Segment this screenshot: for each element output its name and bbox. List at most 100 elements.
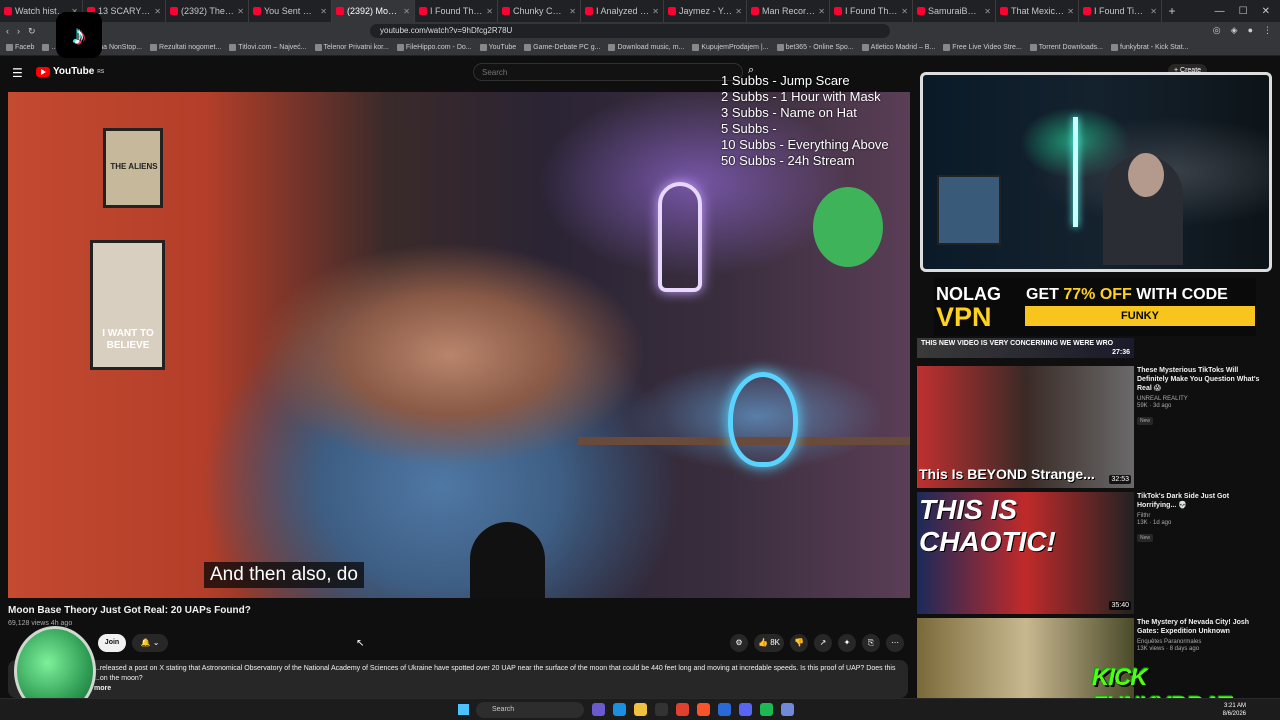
bookmark-item[interactable]: bet365 - Online Spo...	[776, 44, 854, 51]
save-button[interactable]: ⎘	[861, 634, 880, 652]
close-tab-icon[interactable]: ✕	[154, 7, 161, 16]
maximize-icon[interactable]: ☐	[1239, 6, 1248, 17]
browser-tab[interactable]: (2392) Moon B✕	[332, 0, 415, 22]
notification-bell-button[interactable]: 🔔 ⌄	[132, 634, 168, 652]
recommended-video-thumbnail[interactable]: THIS IS CHAOTIC! 35:40	[917, 492, 1137, 614]
video-actions: ⚙ 👍 8K 👎 ↗ ✦ ⎘ ⋯	[730, 634, 904, 652]
bookmark-item[interactable]: Atletico Madrid – B...	[861, 44, 935, 51]
bookmark-item[interactable]: Download music, m...	[608, 44, 684, 51]
browser-tab[interactable]: (2392) These Mystero✕	[166, 0, 249, 22]
close-tab-icon[interactable]: ✕	[818, 7, 825, 16]
url-field[interactable]: youtube.com/watch?v=9hDfcg2R78U	[370, 24, 890, 38]
youtube-logo[interactable]: YouTube RS	[36, 66, 104, 77]
browser-tab[interactable]: I Analyzed 31 Officia✕	[581, 0, 664, 22]
windows-start-icon[interactable]	[458, 704, 469, 715]
forward-icon[interactable]: ›	[17, 26, 20, 36]
description-box[interactable]: ...released a post on X stating that Ast…	[8, 660, 908, 698]
tab-label: Man Records "Alien S	[762, 6, 816, 16]
bookmark-favicon-icon	[314, 44, 322, 51]
more-actions-icon[interactable]: ⋯	[885, 634, 904, 652]
bookmark-label: Download music, m...	[617, 44, 685, 51]
bookmark-item[interactable]: Free Live Video Stre...	[943, 44, 1022, 51]
tab-label: (2392) These Mystero	[181, 6, 235, 16]
gear-icon[interactable]: ⚙	[730, 634, 748, 652]
bookmark-favicon-icon	[943, 44, 951, 51]
close-tab-icon[interactable]: ✕	[652, 7, 659, 16]
tab-label: I Analyzed 31 Officia	[596, 6, 650, 16]
recommended-video-thumbnail[interactable]: This Is BEYOND Strange... 32:53	[917, 366, 1137, 488]
bookmark-item[interactable]: Telenor Privatni kor...	[314, 44, 389, 51]
more-link[interactable]: more	[94, 685, 111, 692]
bookmark-item[interactable]: Rezultati nogomet...	[150, 44, 221, 51]
extension-icon[interactable]: ◈	[1231, 25, 1238, 36]
bookmark-item[interactable]: FileHippo.com - Do...	[396, 44, 472, 51]
bookmark-favicon-icon	[608, 44, 616, 51]
search-input[interactable]	[473, 63, 743, 81]
bookmark-label: Free Live Video Stre...	[952, 44, 1022, 51]
discord-icon[interactable]	[739, 703, 752, 716]
sub-goal-line: 50 Subbs - 24h Stream	[721, 153, 855, 168]
bookmark-item[interactable]: funkybrat - Kick Stat...	[1111, 44, 1188, 51]
tiktok-logo: ♪	[56, 12, 102, 58]
app-icon[interactable]	[718, 703, 731, 716]
file-explorer-icon[interactable]	[634, 703, 647, 716]
bookmark-item[interactable]: Faceb	[6, 44, 34, 51]
store-icon[interactable]	[655, 703, 668, 716]
bookmark-item[interactable]: YouTube	[479, 44, 516, 51]
ask-icon[interactable]: ✦	[837, 634, 856, 652]
recommended-video-title: These Mysterious TikToks Will Definitely…	[1137, 367, 1260, 392]
browser-tab[interactable]: Chunky Cholo Auditi✕	[498, 0, 581, 22]
share-button[interactable]: ↗	[813, 634, 832, 652]
browser-tab[interactable]: Jaymez - YouTube✕	[664, 0, 747, 22]
close-tab-icon[interactable]: ✕	[569, 7, 576, 16]
browser-tab[interactable]: You Sent Me Your UF✕	[249, 0, 332, 22]
recommended-video-meta[interactable]: TikTok's Dark Side Just Got Horrifying..…	[1137, 492, 1267, 544]
close-tab-icon[interactable]: ✕	[1067, 7, 1074, 16]
dislike-button[interactable]: 👎	[789, 634, 808, 652]
close-tab-icon[interactable]: ✕	[237, 7, 244, 16]
close-tab-icon[interactable]: ✕	[486, 7, 493, 16]
browser-tab[interactable]: Man Records "Alien S✕	[747, 0, 830, 22]
app-icon[interactable]	[781, 703, 794, 716]
close-tab-icon[interactable]: ✕	[403, 7, 410, 16]
extension-icon[interactable]: ◎	[1213, 25, 1221, 36]
hamburger-menu-icon[interactable]: ☰	[12, 66, 23, 80]
more-menu-icon[interactable]: ⋮	[1263, 25, 1272, 36]
browser-tab[interactable]: That Mexican OT - Jus✕	[996, 0, 1079, 22]
close-tab-icon[interactable]: ✕	[984, 7, 991, 16]
bookmark-item[interactable]: KupujemProdajem |...	[692, 44, 769, 51]
poster-text: I WANT TO BELIEVE	[102, 328, 154, 351]
new-tab-button[interactable]: +	[1162, 4, 1182, 18]
reload-icon[interactable]: ↻	[28, 26, 36, 37]
close-tab-icon[interactable]: ✕	[735, 7, 742, 16]
close-tab-icon[interactable]: ✕	[1150, 7, 1157, 16]
close-tab-icon[interactable]: ✕	[320, 7, 327, 16]
sub-goal-line: 10 Subbs - Everything Above	[721, 137, 889, 152]
copilot-icon[interactable]	[592, 703, 605, 716]
back-icon[interactable]: ‹	[6, 26, 9, 36]
channel-name: Filthr	[1137, 513, 1151, 519]
bookmark-item[interactable]: Titlovi.com – Najveć...	[229, 44, 307, 51]
spotify-icon[interactable]	[760, 703, 773, 716]
minimize-icon[interactable]: —	[1215, 6, 1225, 17]
edge-icon[interactable]	[613, 703, 626, 716]
bookmark-item[interactable]: Game-Debate PC g...	[524, 44, 600, 51]
bookmark-favicon-icon	[150, 44, 158, 51]
chrome-icon[interactable]	[676, 703, 689, 716]
like-button[interactable]: 👍 8K	[754, 634, 784, 652]
browser-tab[interactable]: I Found TikTok's Dark✕	[1079, 0, 1162, 22]
browser-tab[interactable]: I Found The TikTok Cl✕	[415, 0, 498, 22]
recommended-video-meta[interactable]: These Mysterious TikToks Will Definitely…	[1137, 366, 1267, 427]
close-tab-icon[interactable]: ✕	[901, 7, 908, 16]
browser-tab[interactable]: I Found The Most Dis✕	[830, 0, 913, 22]
taskbar-search[interactable]: Search	[476, 702, 584, 718]
rec-thumbnail-partial[interactable]: THIS NEW VIDEO IS VERY CONCERNING WE WER…	[917, 338, 1134, 358]
close-window-icon[interactable]: ✕	[1262, 6, 1270, 17]
profile-icon[interactable]: ●	[1248, 25, 1253, 36]
recommended-video-meta[interactable]: The Mystery of Nevada City! Josh Gates: …	[1137, 618, 1267, 652]
join-button[interactable]: Join	[98, 634, 126, 652]
brave-icon[interactable]	[697, 703, 710, 716]
browser-tab[interactable]: SamuraiBarbi - YouTu✕	[913, 0, 996, 22]
system-clock[interactable]: 3:21 AM 8/6/2026	[1223, 702, 1246, 718]
bookmark-item[interactable]: Torrent Downloads...	[1029, 44, 1103, 51]
